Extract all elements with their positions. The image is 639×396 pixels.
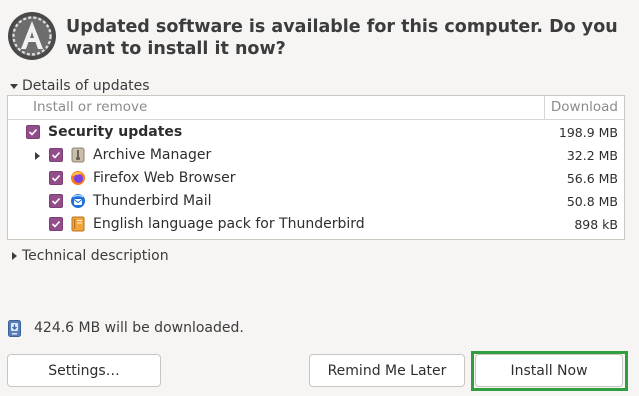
update-item-row-partial[interactable] — [8, 236, 624, 240]
update-item-checkbox[interactable] — [49, 148, 63, 162]
update-size: 32.2 MB — [566, 148, 618, 163]
update-item-label: Firefox Web Browser — [93, 170, 236, 186]
list-header: Install or remove Download — [8, 96, 624, 120]
software-updater-icon — [8, 12, 56, 60]
column-separator — [544, 96, 545, 120]
update-item-row[interactable]: Firefox Web Browser 56.6 MB — [8, 167, 624, 190]
settings-button[interactable]: Settings… — [7, 354, 161, 387]
column-header-install[interactable]: Install or remove — [33, 99, 147, 115]
update-group-label: Security updates — [48, 124, 183, 140]
dialog-headline: Updated software is available for this c… — [66, 17, 618, 59]
update-item-checkbox[interactable] — [49, 194, 63, 208]
update-size: 898 kB — [574, 217, 618, 232]
update-size: 50.8 MB — [566, 194, 618, 209]
remind-me-later-button[interactable]: Remind Me Later — [309, 354, 465, 387]
update-item-row[interactable]: Archive Manager 32.2 MB — [8, 144, 624, 167]
update-item-row[interactable]: English language pack for Thunderbird 89… — [8, 213, 624, 236]
download-size-icon — [8, 320, 21, 337]
update-item-label: English language pack for Thunderbird — [93, 216, 365, 232]
thunderbird-icon — [71, 194, 85, 208]
update-item-label: Archive Manager — [93, 147, 212, 163]
update-size: 56.6 MB — [566, 171, 618, 186]
update-item-checkbox[interactable] — [49, 217, 63, 231]
technical-description-label: Technical description — [22, 248, 169, 264]
update-item-row[interactable]: Thunderbird Mail 50.8 MB — [8, 190, 624, 213]
row-expand-arrow-icon[interactable] — [34, 151, 42, 161]
update-group-row[interactable]: Security updates 198.9 MB — [8, 121, 624, 144]
archive-manager-icon — [71, 147, 85, 163]
update-item-label: Thunderbird Mail — [93, 193, 212, 209]
update-item-checkbox[interactable] — [49, 171, 63, 185]
download-summary: 424.6 MB will be downloaded. — [34, 320, 244, 336]
column-header-download[interactable]: Download — [551, 99, 618, 115]
technical-description-expander[interactable]: Technical description — [8, 248, 169, 264]
details-expander-label: Details of updates — [22, 78, 150, 94]
updates-list[interactable]: Install or remove Download Security upda… — [7, 95, 625, 240]
firefox-icon — [71, 171, 85, 185]
details-expander[interactable]: Details of updates — [8, 78, 150, 94]
security-updates-checkbox[interactable] — [26, 125, 40, 139]
install-now-button[interactable]: Install Now — [475, 354, 623, 387]
update-size: 198.9 MB — [558, 125, 618, 140]
expander-right-arrow-icon — [12, 252, 17, 260]
expander-down-arrow-icon — [10, 84, 18, 89]
language-pack-icon — [71, 216, 85, 232]
partial-app-icon — [70, 239, 86, 240]
